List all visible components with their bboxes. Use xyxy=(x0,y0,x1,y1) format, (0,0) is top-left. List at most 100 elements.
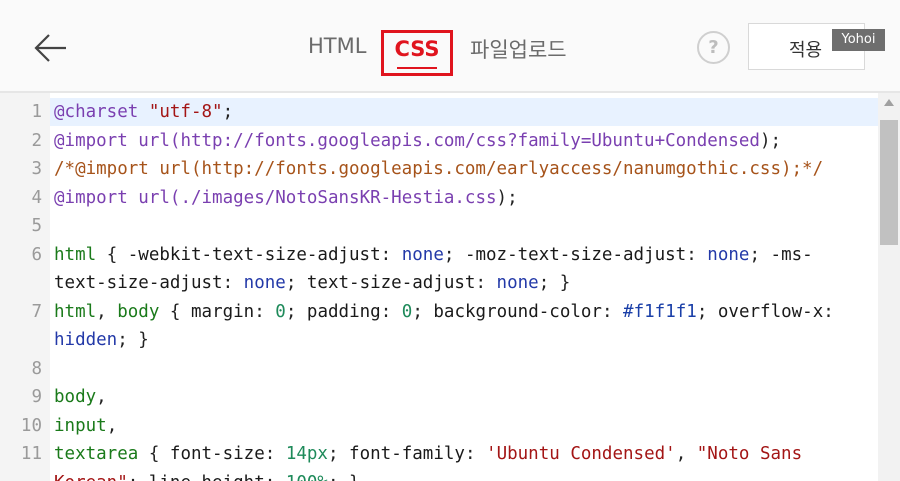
code-token: , xyxy=(96,301,118,322)
code-token: , xyxy=(675,444,697,464)
code-token: @import xyxy=(54,130,139,151)
code-token: : xyxy=(380,301,402,322)
code-token: ; } xyxy=(538,273,571,293)
code-token: text-size-adjust xyxy=(306,273,476,293)
code-token: : xyxy=(264,444,286,464)
line-text: text-size-adjust: none; text-size-adjust… xyxy=(54,269,570,298)
code-token: ); xyxy=(496,187,518,208)
code-token: none xyxy=(707,244,750,265)
code-token: @import xyxy=(54,187,139,208)
code-line[interactable]: 10 input, xyxy=(0,412,878,441)
code-token: , xyxy=(96,387,107,407)
tab-html[interactable]: HTML xyxy=(308,34,366,58)
line-number: 8 xyxy=(31,358,42,379)
line-number: 3 xyxy=(31,159,42,179)
line-number: 4 xyxy=(31,187,42,208)
code-line[interactable]: 5 xyxy=(0,212,878,241)
watermark-badge: Yohoi xyxy=(832,29,885,51)
code-line[interactable]: 7 html, body { margin: 0; padding: 0; bac… xyxy=(0,298,878,327)
code-token: input xyxy=(54,415,107,436)
code-token: "utf-8" xyxy=(148,102,223,122)
code-token: ; xyxy=(749,244,771,265)
code-lines: 1 @charset "utf-8"; 2 @import url(http://fo… xyxy=(0,98,878,481)
code-line[interactable]: 3 /*@import url(http://fonts.googleapis.c… xyxy=(0,155,878,184)
code-token: hidden xyxy=(54,330,118,350)
code-token: : xyxy=(380,244,402,265)
code-token: , xyxy=(106,415,118,436)
code-editor[interactable]: 1 @charset "utf-8"; 2 @import url(http://fo… xyxy=(0,93,878,481)
line-text: /*@import url(http://fonts.googleapis.co… xyxy=(54,155,823,184)
code-token: ; xyxy=(285,273,307,293)
apply-button-label: 적용 xyxy=(789,40,823,61)
code-token: /*@import url(http://fonts.googleapis.co… xyxy=(54,159,824,179)
top-toolbar: HTML CSS 파일업로드 ? 적용 Yohoi xyxy=(0,0,900,93)
arrow-left-icon[interactable] xyxy=(30,28,70,68)
code-token: ; xyxy=(285,301,307,322)
code-line[interactable]: Korean"; line-height: 100%; } xyxy=(0,469,878,481)
code-token: : xyxy=(823,301,834,322)
scroll-up-arrow-icon[interactable] xyxy=(884,99,894,106)
line-text: body, xyxy=(54,383,107,412)
code-token: ; xyxy=(696,301,718,322)
code-token: -webkit-text-size-adjust xyxy=(127,244,381,265)
code-token: "Noto Sans xyxy=(696,444,803,464)
code-token: #f1f1f1 xyxy=(623,301,697,322)
code-token: ; xyxy=(412,301,434,322)
code-token: textarea xyxy=(54,444,139,464)
line-number: 7 xyxy=(31,301,42,322)
code-token: 14px xyxy=(285,444,328,464)
code-token: ; xyxy=(222,102,234,122)
code-token: none xyxy=(496,273,539,293)
code-token: -moz-text-size-adjust xyxy=(464,244,687,265)
line-text: html { -webkit-text-size-adjust: none; -… xyxy=(54,241,813,270)
code-line[interactable]: 9 body, xyxy=(0,383,878,412)
code-token: : xyxy=(475,273,497,293)
code-line[interactable]: hidden; } xyxy=(0,326,878,355)
code-token: ; } xyxy=(117,330,149,350)
code-token: 0 xyxy=(275,301,286,322)
code-token: ./images/NotoSansKR-Hestia.css xyxy=(180,187,497,208)
code-token: @charset xyxy=(54,102,149,122)
line-text: html, body { margin: 0; padding: 0; back… xyxy=(54,298,834,327)
code-token: http://fonts.googleapis.com/css?family=U… xyxy=(180,130,760,151)
code-token: font-family xyxy=(349,444,465,464)
line-text: @charset "utf-8"; xyxy=(54,98,233,127)
code-token: none xyxy=(401,244,444,265)
code-line[interactable]: 1 @charset "utf-8"; xyxy=(0,98,878,127)
line-number: 9 xyxy=(31,387,42,407)
code-token: { xyxy=(138,444,170,464)
vertical-scrollbar[interactable] xyxy=(878,93,900,481)
code-token: : xyxy=(464,444,487,464)
code-token: url( xyxy=(138,130,181,151)
tab-file-upload[interactable]: 파일업로드 xyxy=(470,34,567,64)
code-line[interactable]: 8 xyxy=(0,355,878,384)
tab-css[interactable]: CSS xyxy=(381,30,453,76)
code-token: font-size xyxy=(169,444,265,464)
code-token: background-color xyxy=(433,301,602,322)
code-token: : xyxy=(222,273,244,293)
code-token: 100% xyxy=(286,473,328,481)
line-number: 1 xyxy=(31,102,42,122)
line-text: hidden; } xyxy=(54,326,149,355)
code-token: padding xyxy=(306,301,381,322)
help-button[interactable]: ? xyxy=(697,31,730,64)
code-token: body xyxy=(117,301,160,322)
code-token: ; xyxy=(443,244,465,265)
line-number: 2 xyxy=(31,130,42,151)
line-number: 11 xyxy=(20,444,42,464)
code-token: line-height xyxy=(149,473,265,481)
line-number: 10 xyxy=(20,415,42,436)
line-number: 5 xyxy=(31,216,42,236)
line-text: @import url(http://fonts.googleapis.com/… xyxy=(54,127,781,156)
code-token: : xyxy=(265,473,286,481)
scrollbar-thumb[interactable] xyxy=(880,120,898,245)
line-text: input, xyxy=(54,412,117,441)
code-line[interactable]: 6 html { -webkit-text-size-adjust: none; … xyxy=(0,241,878,270)
code-token: : xyxy=(686,244,708,265)
code-line[interactable]: 4 @import url(./images/NotoSansKR-Hestia.… xyxy=(0,184,878,213)
code-token: body xyxy=(54,387,97,407)
code-line[interactable]: 11 textarea { font-size: 14px; font-famil… xyxy=(0,440,878,469)
line-text: @import url(./images/NotoSansKR-Hestia.c… xyxy=(54,184,518,213)
code-line[interactable]: text-size-adjust: none; text-size-adjust… xyxy=(0,269,878,298)
code-line[interactable]: 2 @import url(http://fonts.googleapis.com… xyxy=(0,127,878,156)
